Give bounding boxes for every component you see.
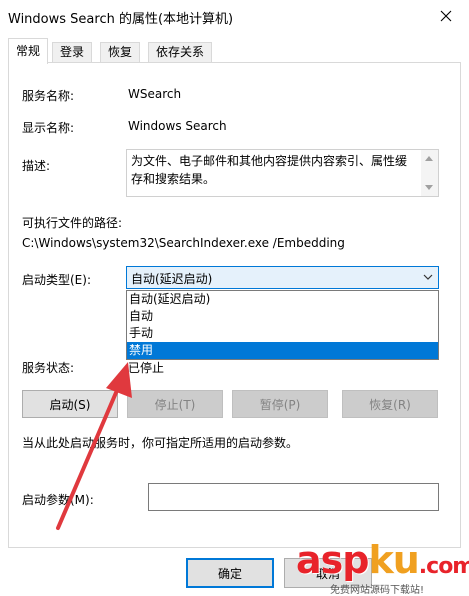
- description-scrollbar[interactable]: [421, 150, 438, 196]
- exe-path-value: C:\Windows\system32\SearchIndexer.exe /E…: [22, 236, 345, 250]
- watermark-brand-a: asp: [296, 538, 369, 582]
- description-text: 为文件、电子邮件和其他内容提供内容索引、属性缓存和搜索结果。: [131, 154, 408, 186]
- ok-button[interactable]: 确定: [186, 558, 274, 588]
- startup-type-label: 启动类型(E):: [22, 273, 91, 287]
- startup-type-select[interactable]: 自动(延迟启动): [126, 266, 439, 289]
- watermark-brand-b: ku: [368, 538, 419, 582]
- close-button[interactable]: [423, 0, 469, 32]
- chevron-down-icon: [423, 274, 433, 280]
- startup-type-dropdown: 自动(延迟启动) 自动 手动 禁用: [126, 290, 439, 360]
- watermark-brand: aspku.com: [296, 538, 469, 582]
- startup-type-value: 自动(延迟启动): [131, 272, 213, 286]
- option-manual[interactable]: 手动: [127, 325, 438, 342]
- exe-path-label: 可执行文件的路径:: [22, 216, 123, 230]
- watermark-logo: aspku.com 免费网站源码下载站!: [296, 538, 469, 596]
- stop-button[interactable]: 停止(T): [127, 390, 223, 418]
- close-icon: [440, 10, 452, 22]
- pause-button[interactable]: 暂停(P): [232, 390, 328, 418]
- tab-strip: 常规 登录 恢复 依存关系: [8, 38, 461, 64]
- option-disabled[interactable]: 禁用: [127, 342, 438, 359]
- option-auto[interactable]: 自动: [127, 308, 438, 325]
- tab-general[interactable]: 常规: [8, 38, 49, 64]
- tab-logon[interactable]: 登录: [52, 42, 93, 63]
- resume-button[interactable]: 恢复(R): [342, 390, 438, 418]
- start-params-hint: 当从此处启动服务时，你可指定所适用的启动参数。: [22, 436, 299, 450]
- service-name-value: WSearch: [128, 87, 182, 101]
- window-title: Windows Search 的属性(本地计算机): [8, 12, 234, 27]
- tab-recovery[interactable]: 恢复: [100, 42, 141, 63]
- description-box[interactable]: 为文件、电子邮件和其他内容提供内容索引、属性缓存和搜索结果。: [126, 149, 439, 197]
- tab-dependencies[interactable]: 依存关系: [148, 42, 213, 63]
- service-status-label: 服务状态:: [22, 361, 75, 375]
- scroll-up-icon[interactable]: [425, 156, 433, 161]
- start-params-input[interactable]: [148, 483, 439, 511]
- option-auto-delayed[interactable]: 自动(延迟启动): [127, 291, 438, 308]
- display-name-label: 显示名称:: [22, 121, 75, 135]
- watermark-brand-c: .com: [418, 554, 469, 579]
- start-params-label: 启动参数(M):: [22, 493, 94, 507]
- service-name-label: 服务名称:: [22, 89, 75, 103]
- service-status-value: 已停止: [128, 361, 165, 375]
- scroll-down-icon[interactable]: [425, 185, 433, 190]
- display-name-value: Windows Search: [128, 119, 227, 133]
- watermark-tagline: 免费网站源码下载站!: [330, 585, 425, 596]
- title-bar: Windows Search 的属性(本地计算机): [0, 0, 469, 32]
- start-button[interactable]: 启动(S): [22, 390, 118, 418]
- description-label: 描述:: [22, 159, 51, 173]
